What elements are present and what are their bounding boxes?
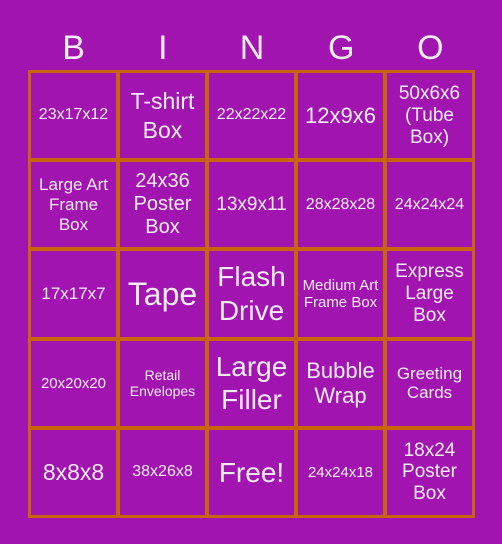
bingo-cell[interactable]: 24x24x24 — [387, 162, 472, 248]
bingo-cell[interactable]: 23x17x12 — [31, 73, 116, 159]
bingo-cell[interactable]: Retail Envelopes — [120, 340, 205, 426]
header-letter-i: I — [158, 29, 168, 67]
bingo-cell[interactable]: 20x20x20 — [31, 340, 116, 426]
bingo-cell[interactable]: 24x24x18 — [298, 429, 383, 515]
bingo-cell[interactable]: Medium Art Frame Box — [298, 251, 383, 337]
bingo-cell[interactable]: 17x17x7 — [31, 251, 116, 337]
bingo-cell[interactable]: 38x26x8 — [120, 429, 205, 515]
bingo-cell[interactable]: Bubble Wrap — [298, 340, 383, 426]
bingo-cell[interactable]: 13x9x11 — [209, 162, 294, 248]
bingo-cell[interactable]: Tape — [120, 251, 205, 337]
bingo-cell[interactable]: Large Filler — [209, 340, 294, 426]
bingo-card-grid: 23x17x12 T-shirt Box 22x22x22 12x9x6 50x… — [28, 70, 475, 518]
header-letter-o: O — [417, 29, 444, 67]
bingo-cell[interactable]: 28x28x28 — [298, 162, 383, 248]
bingo-cell[interactable]: 18x24 Poster Box — [387, 429, 472, 515]
bingo-cell[interactable]: Flash Drive — [209, 251, 294, 337]
header-letter-b: B — [62, 29, 85, 67]
header-letter-g: G — [327, 29, 355, 67]
bingo-cell[interactable]: T-shirt Box — [120, 73, 205, 159]
bingo-cell[interactable]: 12x9x6 — [298, 73, 383, 159]
bingo-cell[interactable]: 22x22x22 — [209, 73, 294, 159]
bingo-cell[interactable]: 24x36 Poster Box — [120, 162, 205, 248]
bingo-cell[interactable]: Greeting Cards — [387, 340, 472, 426]
bingo-cell[interactable]: Express Large Box — [387, 251, 472, 337]
free-space-cell[interactable]: Free! — [209, 429, 294, 515]
header-letter-n: N — [239, 29, 265, 67]
bingo-header: B I N G O — [29, 26, 475, 70]
bingo-cell[interactable]: 50x6x6 (Tube Box) — [387, 73, 472, 159]
bingo-cell[interactable]: Large Art Frame Box — [31, 162, 116, 248]
bingo-cell[interactable]: 8x8x8 — [31, 429, 116, 515]
